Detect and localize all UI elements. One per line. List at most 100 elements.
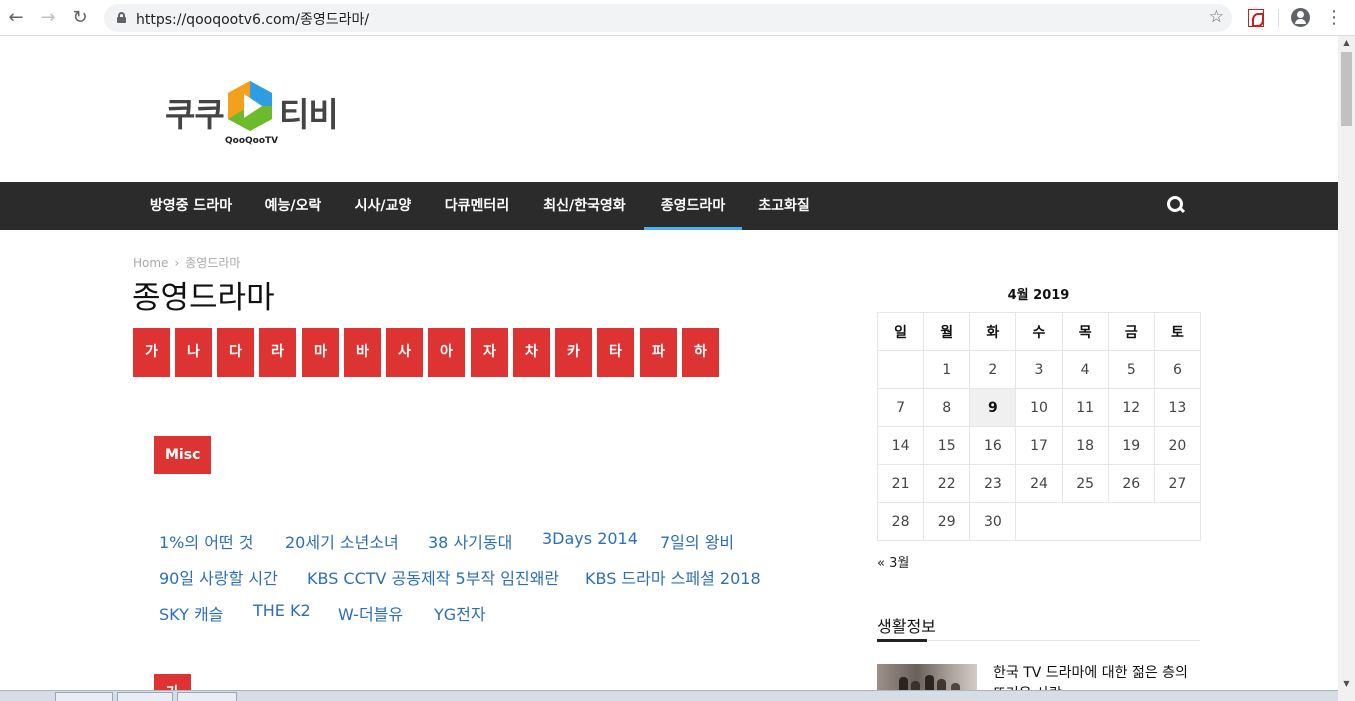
address-bar[interactable]: https://qooqootv6.com/종영드라마/ ☆	[104, 4, 1232, 32]
calendar-day: 23	[969, 464, 1017, 503]
page-title: 종영드라마	[132, 280, 275, 316]
calendar-day: 5	[1107, 350, 1155, 389]
nav-item-variety[interactable]: 예능/오락	[250, 182, 336, 230]
page-viewport: 쿠쿠 티비 QooQooTV 방영중 드라마 예능/오락 시사/교양 다큐멘터리…	[0, 36, 1338, 701]
calendar-caption: 4월 2019	[1007, 288, 1070, 303]
menu-kebab-icon[interactable]: ⋮	[1325, 6, 1343, 30]
taskbar-button[interactable]	[117, 692, 173, 701]
logo-text-left: 쿠쿠	[165, 95, 225, 134]
widget-title-underline	[877, 639, 927, 642]
url-text[interactable]: https://qooqootv6.com/종영드라마/	[136, 9, 369, 29]
weekday-header: 일	[876, 312, 925, 351]
calendar-day-today: 9	[969, 388, 1017, 427]
calendar-day: 4	[1061, 350, 1109, 389]
calendar-day-empty	[1015, 502, 1201, 541]
letter-button[interactable]: 바	[344, 328, 381, 377]
drama-link[interactable]: KBS CCTV 공동제작 5부작 임진왜란	[307, 565, 559, 589]
page-scrollbar[interactable]: ▲ ▼	[1338, 36, 1355, 701]
reload-icon[interactable]: ↻	[68, 6, 92, 30]
main-nav: 방영중 드라마 예능/오락 시사/교양 다큐멘터리 최신/한국영화 종영드라마 …	[0, 182, 1338, 230]
letter-button[interactable]: 아	[428, 328, 465, 377]
browser-toolbar: ← → ↻ https://qooqootv6.com/종영드라마/ ☆ ⋮	[0, 0, 1355, 36]
nav-item-current-affairs[interactable]: 시사/교양	[339, 182, 427, 230]
breadcrumb: Home › 종영드라마	[133, 254, 240, 271]
scroll-down-arrow-icon[interactable]: ▼	[1338, 677, 1355, 691]
logo-play-icon	[228, 81, 272, 131]
calendar-day: 15	[923, 426, 971, 465]
drama-link[interactable]: THE K2	[253, 601, 311, 620]
calendar-day: 2	[969, 350, 1017, 389]
nav-item-movies[interactable]: 최신/한국영화	[527, 182, 642, 230]
drama-link[interactable]: KBS 드라마 스페셜 2018	[585, 565, 761, 589]
calendar-day: 22	[923, 464, 971, 503]
section-label-misc: Misc	[154, 436, 212, 474]
calendar-day: 17	[1015, 426, 1063, 465]
drama-link[interactable]: W-더블유	[338, 601, 403, 625]
weekday-header: 월	[923, 312, 971, 351]
calendar-day: 29	[923, 502, 971, 541]
letter-button[interactable]: 사	[386, 328, 423, 377]
drama-link[interactable]: SKY 캐슬	[159, 601, 223, 625]
letter-button[interactable]: 타	[597, 328, 634, 377]
site-logo[interactable]: 쿠쿠 티비 QooQooTV	[165, 80, 365, 150]
bookmark-star-icon[interactable]: ☆	[1209, 7, 1224, 27]
calendar-day: 13	[1153, 388, 1202, 427]
weekday-header: 수	[1015, 312, 1063, 351]
calendar-day: 10	[1015, 388, 1063, 427]
logo-text-right: 티비	[279, 95, 339, 134]
calendar-day: 14	[876, 426, 925, 465]
forward-arrow-icon[interactable]: →	[36, 6, 60, 30]
calendar-prev-month-link[interactable]: « 3월	[877, 552, 909, 571]
taskbar-button[interactable]	[55, 692, 113, 701]
letter-button[interactable]: 가	[133, 328, 170, 377]
drama-link[interactable]: 7일의 왕비	[660, 529, 734, 553]
scroll-thumb[interactable]	[1341, 52, 1352, 126]
calendar-day: 12	[1107, 388, 1155, 427]
profile-avatar-icon[interactable]	[1291, 8, 1310, 27]
letter-button[interactable]: 파	[640, 328, 677, 377]
letter-button[interactable]: 자	[471, 328, 508, 377]
letter-button[interactable]: 마	[302, 328, 339, 377]
widget-title: 생활정보	[877, 617, 936, 636]
back-arrow-icon[interactable]: ←	[4, 6, 28, 30]
calendar-day: 24	[1015, 464, 1063, 503]
weekday-header: 화	[969, 312, 1017, 351]
logo-subtitle: QooQooTV	[225, 136, 279, 146]
letter-button[interactable]: 라	[259, 328, 296, 377]
search-icon[interactable]	[1167, 196, 1185, 214]
toolbar-divider	[1278, 9, 1279, 27]
nav-item-documentary[interactable]: 다큐멘터리	[429, 182, 525, 230]
drama-link[interactable]: 3Days 2014	[542, 529, 638, 548]
drama-link[interactable]: YG전자	[434, 601, 486, 625]
scroll-up-arrow-icon[interactable]: ▲	[1338, 36, 1355, 50]
calendar-day: 21	[876, 464, 925, 503]
calendar-day: 20	[1153, 426, 1202, 465]
weekday-header: 토	[1153, 312, 1202, 351]
breadcrumb-current: 종영드라마	[185, 256, 241, 270]
weekday-header: 목	[1061, 312, 1109, 351]
letter-button[interactable]: 나	[175, 328, 212, 377]
letter-button[interactable]: 하	[682, 328, 719, 377]
nav-item-airing-drama[interactable]: 방영중 드라마	[134, 182, 248, 230]
calendar: 일 월 화 수 목 금 토 1 2 3 4 5 6 7 8 9 10 11 12…	[876, 312, 1202, 541]
calendar-day: 26	[1107, 464, 1155, 503]
calendar-day: 3	[1015, 350, 1063, 389]
calendar-day: 25	[1061, 464, 1109, 503]
drama-link[interactable]: 20세기 소년소녀	[285, 529, 399, 553]
nav-item-uhd[interactable]: 초고화질	[744, 182, 824, 230]
drama-link[interactable]: 1%의 어떤 것	[159, 529, 253, 553]
letter-button[interactable]: 다	[217, 328, 254, 377]
calendar-day: 30	[969, 502, 1017, 541]
breadcrumb-home[interactable]: Home	[133, 256, 168, 270]
calendar-day: 6	[1153, 350, 1202, 389]
weekday-header: 금	[1107, 312, 1155, 351]
pdf-extension-icon[interactable]	[1248, 9, 1264, 27]
letter-button[interactable]: 카	[555, 328, 592, 377]
drama-link[interactable]: 38 사기동대	[428, 529, 512, 553]
letter-button[interactable]: 차	[513, 328, 550, 377]
taskbar-button[interactable]	[177, 692, 237, 701]
breadcrumb-separator: ›	[174, 256, 180, 270]
calendar-day: 27	[1153, 464, 1202, 503]
drama-link[interactable]: 90일 사랑할 시간	[159, 565, 278, 589]
nav-item-ended-drama[interactable]: 종영드라마	[644, 182, 742, 230]
